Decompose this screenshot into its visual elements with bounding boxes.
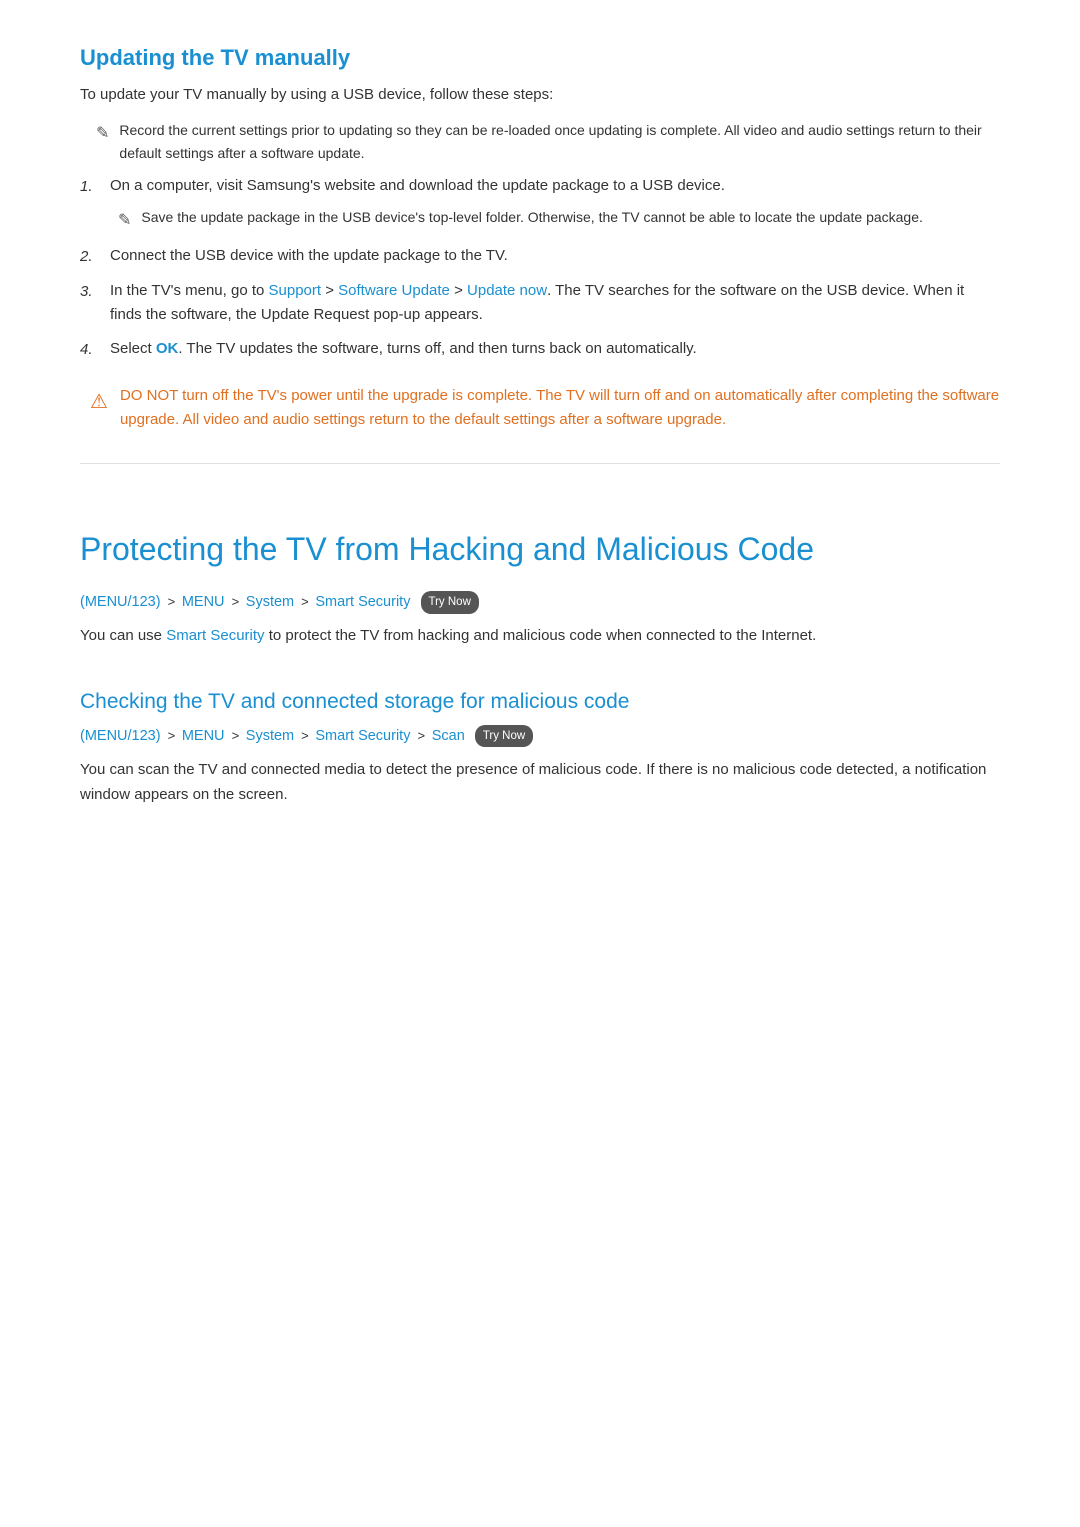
- smart-security-inline-1[interactable]: Smart Security: [166, 627, 264, 644]
- step-2-content: Connect the USB device with the update p…: [110, 244, 508, 268]
- step-num-1: 1.: [80, 175, 98, 199]
- step-num-4: 4.: [80, 338, 98, 362]
- bc-menu-2[interactable]: MENU: [182, 728, 225, 744]
- step-3-arrow1: >: [321, 282, 338, 299]
- divider-1: [80, 463, 1000, 464]
- step-4-content: Select OK. The TV updates the software, …: [110, 337, 697, 361]
- section-update-intro: To update your TV manually by using a US…: [80, 83, 1000, 107]
- section-protect-body: You can use Smart Security to protect th…: [80, 624, 1000, 649]
- bc-menu123-1[interactable]: (MENU/123): [80, 594, 161, 610]
- step-1-subnote: ✎ Save the update package in the USB dev…: [110, 206, 923, 234]
- pencil-icon-1: ✎: [96, 121, 109, 147]
- step-1-text: On a computer, visit Samsung's website a…: [110, 177, 725, 194]
- step-4-text-after: . The TV updates the software, turns off…: [178, 340, 696, 357]
- try-now-badge-2[interactable]: Try Now: [475, 725, 533, 747]
- bc-arrow-5: >: [232, 728, 243, 743]
- step-num-2: 2.: [80, 245, 98, 269]
- warning-box: ⚠ DO NOT turn off the TV's power until t…: [80, 384, 1000, 434]
- section-scan-title: Checking the TV and connected storage fo…: [80, 685, 1000, 719]
- bc-scan[interactable]: Scan: [432, 728, 465, 744]
- bc-arrow-2: >: [232, 594, 243, 609]
- step-2: 2. Connect the USB device with the updat…: [80, 244, 1000, 269]
- bc-menu123-2[interactable]: (MENU/123): [80, 728, 161, 744]
- bc-smart-security-1[interactable]: Smart Security: [315, 594, 410, 610]
- step-4-text-before: Select: [110, 340, 156, 357]
- section-scan-body: You can scan the TV and connected media …: [80, 758, 1000, 808]
- breadcrumb-protect: (MENU/123) > MENU > System > Smart Secur…: [80, 591, 1000, 614]
- note-text-1: Record the current settings prior to upd…: [119, 119, 1000, 164]
- step-1-content: On a computer, visit Samsung's website a…: [110, 174, 923, 234]
- step-3-content: In the TV's menu, go to Support > Softwa…: [110, 279, 1000, 327]
- step-3-link-support[interactable]: Support: [269, 282, 322, 299]
- step-1: 1. On a computer, visit Samsung's websit…: [80, 174, 1000, 234]
- section-update: Updating the TV manually To update your …: [80, 40, 1000, 433]
- bc-menu-1[interactable]: MENU: [182, 594, 225, 610]
- step-3-link-software-update[interactable]: Software Update: [338, 282, 450, 299]
- step-3-link-update-now[interactable]: Update now: [467, 282, 547, 299]
- note-item-1: ✎ Record the current settings prior to u…: [80, 119, 1000, 164]
- numbered-list: 1. On a computer, visit Samsung's websit…: [80, 174, 1000, 362]
- step-2-text: Connect the USB device with the update p…: [110, 247, 508, 264]
- bc-arrow-7: >: [418, 728, 429, 743]
- step-1-subnote-text: Save the update package in the USB devic…: [141, 206, 922, 228]
- step-3-arrow2: >: [450, 282, 467, 299]
- warning-icon: ⚠: [90, 386, 108, 418]
- bc-system-2[interactable]: System: [246, 728, 294, 744]
- bc-smart-security-2[interactable]: Smart Security: [315, 728, 410, 744]
- bc-arrow-1: >: [168, 594, 179, 609]
- warning-text: DO NOT turn off the TV's power until the…: [120, 384, 1000, 434]
- section-protect: Protecting the TV from Hacking and Malic…: [80, 524, 1000, 649]
- section-update-title: Updating the TV manually: [80, 40, 1000, 75]
- bc-arrow-4: >: [168, 728, 179, 743]
- breadcrumb-scan: (MENU/123) > MENU > System > Smart Secur…: [80, 725, 1000, 748]
- step-4: 4. Select OK. The TV updates the softwar…: [80, 337, 1000, 362]
- section-scan: Checking the TV and connected storage fo…: [80, 685, 1000, 807]
- section-protect-title: Protecting the TV from Hacking and Malic…: [80, 524, 1000, 575]
- step-4-ok: OK: [156, 340, 179, 357]
- pencil-icon-2: ✎: [118, 208, 131, 234]
- bc-arrow-6: >: [301, 728, 312, 743]
- step-3: 3. In the TV's menu, go to Support > Sof…: [80, 279, 1000, 327]
- step-3-text-before: In the TV's menu, go to: [110, 282, 269, 299]
- step-num-3: 3.: [80, 280, 98, 304]
- try-now-badge-1[interactable]: Try Now: [421, 591, 479, 613]
- bc-arrow-3: >: [301, 594, 312, 609]
- bc-system-1[interactable]: System: [246, 594, 294, 610]
